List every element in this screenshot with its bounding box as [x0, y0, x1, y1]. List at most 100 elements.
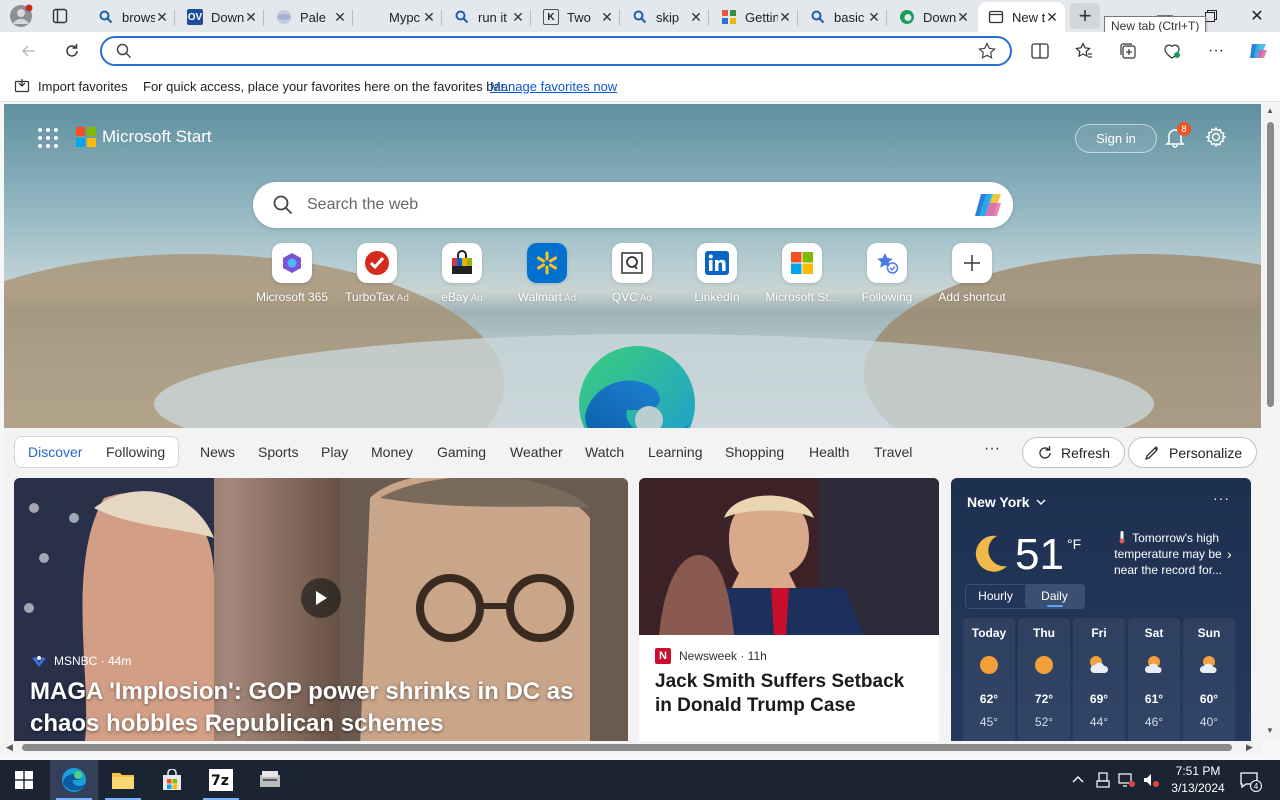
settings-more-icon[interactable]: ··· [1202, 38, 1230, 64]
shortcut-walmart[interactable]: Walmart Ad [504, 243, 590, 304]
taskbar-7zip[interactable]: 7z [197, 760, 245, 800]
active-tab[interactable]: New tab ✕ [978, 2, 1065, 32]
close-tab-icon[interactable]: ✕ [155, 9, 169, 26]
vertical-scrollbar[interactable]: ▲ ▼ [1262, 104, 1280, 742]
shortcut-microsoft-365[interactable]: Microsoft 365 [249, 243, 335, 304]
close-tab-icon[interactable]: ✕ [778, 9, 792, 26]
tab-actions-button[interactable] [46, 4, 74, 28]
browser-tab[interactable]: basic ✕ [800, 2, 887, 32]
web-search-box[interactable] [253, 182, 1013, 228]
shortcut-microsoft-store[interactable]: Microsoft St... [759, 243, 845, 304]
forecast-day[interactable]: Fri 69° 44° [1073, 618, 1125, 742]
profile-avatar[interactable] [8, 3, 34, 29]
show-hidden-icons-chevron-icon[interactable] [1068, 770, 1088, 790]
refresh-feed-button[interactable]: Refresh [1022, 437, 1126, 468]
close-tab-icon[interactable]: ✕ [511, 9, 525, 26]
forecast-day[interactable]: Sat 61° 46° [1128, 618, 1180, 742]
browser-tab[interactable]: skip ✕ [622, 2, 709, 32]
category-watch[interactable]: Watch [585, 444, 624, 460]
tab-following[interactable]: Following [106, 444, 165, 460]
category-shopping[interactable]: Shopping [725, 444, 784, 460]
article-headline[interactable]: Jack Smith Suffers Setback in Donald Tru… [655, 670, 925, 718]
shortcut-qvc[interactable]: QVC Ad [589, 243, 675, 304]
taskbar-file-explorer[interactable] [99, 760, 147, 800]
browser-tab[interactable]: Pale ✕ [266, 2, 353, 32]
taskbar-edge[interactable] [50, 760, 98, 800]
add-shortcut-button[interactable]: Add shortcut [929, 243, 1015, 304]
browser-tab[interactable]: Getting ✕ [711, 2, 798, 32]
close-tab-icon[interactable]: ✕ [422, 9, 436, 26]
address-bar[interactable] [100, 36, 1012, 66]
volume-muted-icon[interactable] [1141, 770, 1161, 790]
forecast-day[interactable]: Sun 60° 40° [1183, 618, 1235, 742]
close-tab-icon[interactable]: ✕ [956, 9, 970, 26]
forecast-day[interactable]: Today 62° 45° [963, 618, 1015, 742]
category-weather[interactable]: Weather [510, 444, 563, 460]
manage-favorites-link[interactable]: Manage favorites now [490, 79, 617, 94]
personalize-button[interactable]: Personalize [1128, 437, 1258, 468]
page-settings-gear-icon[interactable] [1205, 126, 1231, 152]
temperature-unit[interactable]: °F [1067, 536, 1081, 552]
weather-location[interactable]: New York [967, 494, 1046, 510]
weather-insight[interactable]: Tomorrow's high temperature may be near … [1103, 530, 1233, 578]
scroll-up-arrow-icon[interactable]: ▲ [1266, 106, 1274, 115]
split-screen-icon[interactable] [1026, 38, 1054, 64]
browser-tab[interactable]: browser ✕ [88, 2, 175, 32]
close-tab-icon[interactable]: ✕ [1045, 9, 1059, 26]
shortcut-turbotax[interactable]: TurboTax Ad [334, 243, 420, 304]
hourly-tab[interactable]: Hourly [966, 585, 1025, 608]
category-play[interactable]: Play [321, 444, 348, 460]
copilot-icon[interactable] [973, 191, 1003, 224]
apps-launcher-icon[interactable] [38, 128, 58, 148]
news-card-featured[interactable]: MSNBC · 44m MAGA 'Implosion': GOP power … [14, 478, 628, 742]
refresh-button[interactable] [57, 37, 87, 65]
browser-essentials-icon[interactable] [1158, 38, 1186, 64]
scroll-left-arrow-icon[interactable]: ◀ [6, 742, 13, 753]
shortcut-ebay[interactable]: eBay Ad [419, 243, 505, 304]
browser-tab[interactable]: K Two ✕ [533, 2, 620, 32]
collections-icon[interactable] [1114, 38, 1142, 64]
sign-in-button[interactable]: Sign in [1075, 124, 1157, 153]
category-money[interactable]: Money [371, 444, 413, 460]
category-travel[interactable]: Travel [874, 444, 912, 460]
horizontal-scroll-thumb[interactable] [22, 744, 1232, 751]
browser-tab[interactable]: OV Download ✕ [177, 2, 264, 32]
close-tab-icon[interactable]: ✕ [244, 9, 258, 26]
chevron-right-icon[interactable]: › [1227, 546, 1232, 562]
close-tab-icon[interactable]: ✕ [867, 9, 881, 26]
favorites-icon[interactable] [1070, 38, 1098, 64]
category-news[interactable]: News [200, 444, 235, 460]
close-window-button[interactable]: ✕ [1234, 0, 1280, 32]
usb-device-icon[interactable] [1093, 770, 1113, 790]
weather-card[interactable]: New York ··· 51 °F Tomorrow's high tempe… [951, 478, 1251, 742]
article-headline[interactable]: MAGA 'Implosion': GOP power shrinks in D… [30, 676, 610, 740]
microsoft-start-logo[interactable]: Microsoft Start [76, 127, 212, 147]
browser-tab[interactable]: run it ✕ [444, 2, 531, 32]
horizontal-scrollbar[interactable]: ◀ ▶ [0, 741, 1262, 755]
more-categories-button[interactable]: ··· [984, 440, 1000, 458]
copilot-icon[interactable] [1244, 38, 1272, 64]
play-video-button[interactable] [301, 578, 341, 618]
shortcut-linkedin[interactable]: LinkedIn [674, 243, 760, 304]
close-tab-icon[interactable]: ✕ [689, 9, 703, 26]
close-tab-icon[interactable]: ✕ [333, 9, 347, 26]
start-button[interactable] [0, 760, 48, 800]
system-clock[interactable]: 7:51 PM 3/13/2024 [1160, 763, 1236, 797]
category-sports[interactable]: Sports [258, 444, 298, 460]
address-input[interactable] [142, 42, 962, 60]
browser-tab[interactable]: Mypc ✕ [355, 2, 442, 32]
weather-more-options-icon[interactable]: ··· [1213, 490, 1230, 506]
shortcut-following[interactable]: Following [844, 243, 930, 304]
network-icon[interactable] [1117, 770, 1137, 790]
favorite-star-icon[interactable] [978, 42, 996, 65]
import-favorites-button[interactable]: Import favorites [14, 78, 128, 94]
category-learning[interactable]: Learning [648, 444, 703, 460]
taskbar-store[interactable] [148, 760, 196, 800]
daily-tab[interactable]: Daily [1025, 585, 1084, 608]
new-tab-button[interactable]: + [1070, 3, 1100, 29]
close-tab-icon[interactable]: ✕ [600, 9, 614, 26]
news-card[interactable]: N Newsweek · 11h Jack Smith Suffers Setb… [639, 478, 939, 742]
category-health[interactable]: Health [809, 444, 849, 460]
taskbar-app[interactable] [246, 760, 294, 800]
vertical-scroll-thumb[interactable] [1267, 122, 1274, 407]
